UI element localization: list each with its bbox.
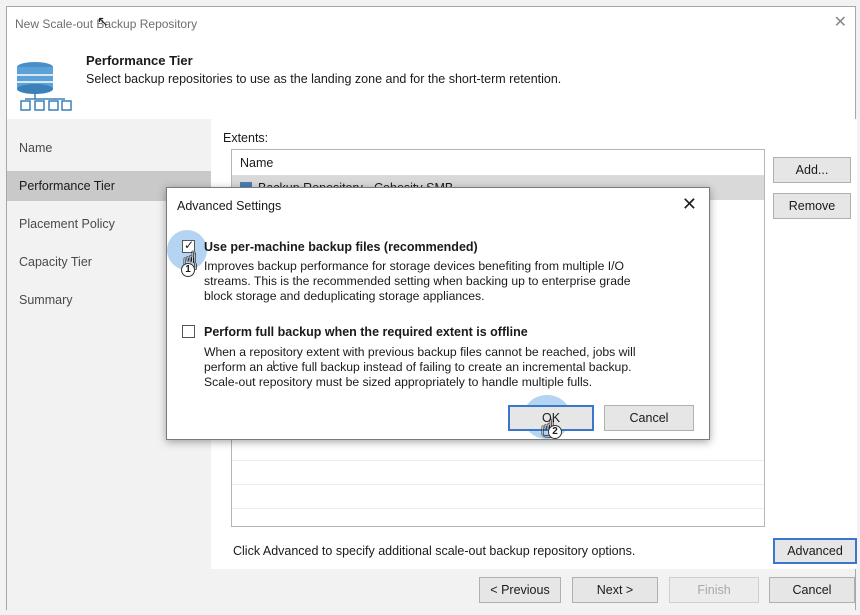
full-backup-offline-label[interactable]: Perform full backup when the required ex… bbox=[204, 325, 528, 339]
advanced-button[interactable]: Advanced bbox=[773, 538, 857, 564]
step-badge-2: 2 bbox=[548, 425, 562, 439]
sidebar-item-name[interactable]: Name bbox=[7, 133, 211, 163]
mouse-pointer-icon: ↖ bbox=[97, 13, 109, 29]
dialog-title: Advanced Settings bbox=[177, 199, 282, 213]
add-button[interactable]: Add... bbox=[773, 157, 851, 183]
page-subtitle: Select backup repositories to use as the… bbox=[86, 72, 562, 86]
repository-icon bbox=[17, 62, 72, 111]
description-line: block storage and deduplicating storage … bbox=[204, 289, 485, 303]
dialog-cancel-button[interactable]: Cancel bbox=[604, 405, 694, 431]
grid-line bbox=[232, 484, 764, 485]
step-badge-1: 1 bbox=[181, 263, 195, 277]
description-line: perform an active full backup instead of… bbox=[204, 360, 632, 374]
grid-line bbox=[232, 460, 764, 461]
wizard-footer: < Previous Next > Finish Cancel bbox=[7, 569, 855, 611]
full-backup-offline-checkbox[interactable] bbox=[182, 325, 195, 338]
i-beam-cursor-icon: I bbox=[272, 358, 276, 372]
full-backup-offline-description: When a repository extent with previous b… bbox=[204, 345, 636, 390]
finish-button[interactable]: Finish bbox=[669, 577, 759, 603]
previous-button[interactable]: < Previous bbox=[479, 577, 561, 603]
advanced-settings-dialog: Advanced Settings ✕ Use per-machine back… bbox=[166, 187, 710, 442]
description-line: When a repository extent with previous b… bbox=[204, 345, 636, 359]
description-line: Scale-out repository must be sized appro… bbox=[204, 375, 593, 389]
page-title: Performance Tier bbox=[86, 53, 193, 68]
description-line: streams. This is the recommended setting… bbox=[204, 274, 631, 288]
extents-label: Extents: bbox=[223, 131, 269, 145]
dialog-titlebar: Advanced Settings ✕ bbox=[167, 188, 709, 224]
remove-button[interactable]: Remove bbox=[773, 193, 851, 219]
next-button[interactable]: Next > bbox=[572, 577, 658, 603]
close-icon[interactable]: ✕ bbox=[834, 15, 847, 31]
dialog-close-icon[interactable]: ✕ bbox=[682, 195, 697, 213]
per-machine-backup-description: Improves backup performance for storage … bbox=[204, 259, 631, 304]
window-titlebar: New Scale-out Backup Repository ↖ ✕ bbox=[7, 7, 855, 41]
advanced-hint: Click Advanced to specify additional sca… bbox=[233, 544, 636, 558]
description-line: Improves backup performance for storage … bbox=[204, 259, 624, 273]
grid-line bbox=[232, 508, 764, 509]
column-header-name[interactable]: Name bbox=[232, 150, 764, 176]
wizard-header: Performance Tier Select backup repositor… bbox=[7, 41, 855, 119]
per-machine-backup-label[interactable]: Use per-machine backup files (recommende… bbox=[204, 240, 478, 254]
cancel-button[interactable]: Cancel bbox=[769, 577, 855, 603]
